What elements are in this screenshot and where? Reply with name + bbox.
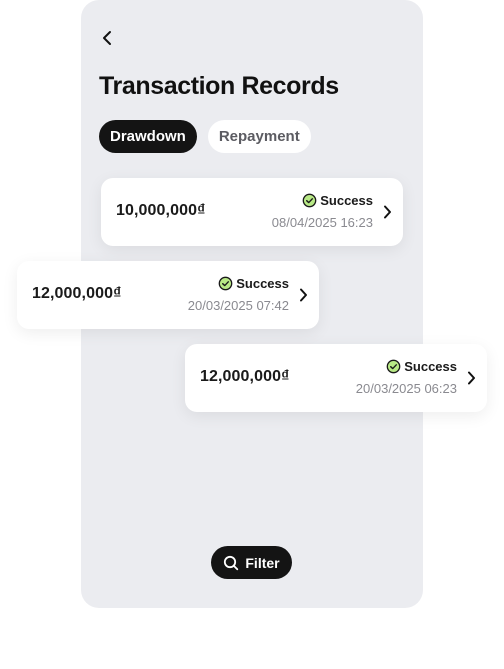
tab-bar: Drawdown Repayment (99, 120, 311, 153)
status-text: Success (236, 276, 289, 291)
transaction-date: 08/04/2025 16:23 (271, 215, 373, 230)
filter-label: Filter (245, 554, 280, 571)
status-badge: Success (218, 276, 289, 291)
status-badge: Success (302, 193, 373, 208)
transaction-date: 20/03/2025 06:23 (355, 381, 457, 396)
chevron-right-icon (297, 288, 309, 302)
chevron-left-icon (103, 31, 111, 45)
transaction-card[interactable]: 12,000,000₫ Success 20/03/2025 07:42 (17, 261, 319, 329)
search-icon (224, 555, 239, 570)
page-title: Transaction Records (99, 72, 339, 100)
status-text: Success (320, 193, 373, 208)
back-button[interactable] (97, 27, 117, 49)
transaction-date: 20/03/2025 07:42 (187, 298, 289, 313)
transaction-amount: 12,000,000₫ (200, 368, 290, 385)
transaction-amount: 10,000,000₫ (116, 202, 206, 219)
check-circle-icon (302, 193, 317, 208)
status-text: Success (404, 359, 457, 374)
check-circle-icon (386, 359, 401, 374)
chevron-right-icon (465, 371, 477, 385)
check-circle-icon (218, 276, 233, 291)
tab-repayment[interactable]: Repayment (207, 120, 311, 153)
transaction-card[interactable]: 10,000,000₫ Success 08/04/2025 16:23 (101, 178, 403, 246)
filter-button[interactable]: Filter (211, 546, 292, 579)
transaction-card[interactable]: 12,000,000₫ Success 20/03/2025 06:23 (185, 344, 487, 412)
transaction-amount: 12,000,000₫ (32, 285, 122, 302)
status-badge: Success (386, 359, 457, 374)
chevron-right-icon (381, 205, 393, 219)
tab-drawdown[interactable]: Drawdown (99, 120, 197, 153)
